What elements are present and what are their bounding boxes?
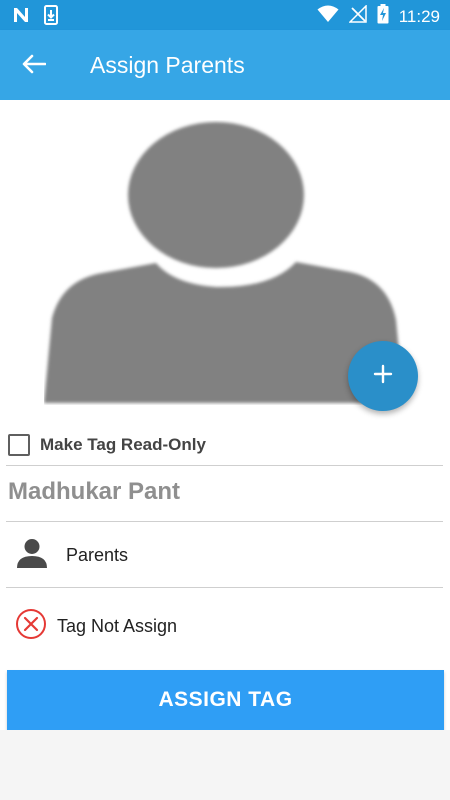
- battery-charging-icon: [377, 4, 389, 29]
- divider: [6, 587, 443, 588]
- divider: [6, 465, 443, 466]
- bottom-area: [0, 730, 450, 800]
- download-icon: [44, 5, 58, 30]
- content-area: Make Tag Read-Only Parents Tag Not Assig…: [0, 100, 450, 730]
- person-icon: [16, 538, 48, 573]
- wifi-icon: [317, 5, 339, 28]
- page-title: Assign Parents: [90, 52, 245, 78]
- tag-status-row: Tag Not Assign: [15, 608, 178, 645]
- back-button[interactable]: [18, 50, 50, 82]
- status-time: 11:29: [398, 6, 440, 26]
- error-circle-icon: [15, 608, 47, 645]
- divider: [6, 521, 443, 522]
- parents-label: Parents: [66, 544, 129, 565]
- add-photo-button[interactable]: [348, 341, 418, 411]
- read-only-toggle[interactable]: Make Tag Read-Only: [8, 432, 206, 458]
- read-only-label: Make Tag Read-Only: [40, 435, 206, 454]
- assign-tag-button[interactable]: ASSIGN TAG: [7, 670, 444, 730]
- back-arrow-icon: [22, 54, 47, 79]
- tag-status-label: Tag Not Assign: [57, 615, 178, 636]
- no-signal-icon: [347, 4, 367, 28]
- name-field[interactable]: [8, 472, 438, 512]
- plus-icon: [373, 364, 393, 389]
- status-left-icons: [12, 5, 58, 30]
- parents-row[interactable]: Parents: [16, 538, 128, 572]
- status-bar: 11:29: [0, 0, 450, 30]
- person-silhouette-icon: [44, 122, 404, 409]
- app-bar: Assign Parents: [0, 30, 450, 100]
- n-notification-icon: [12, 6, 30, 29]
- screen: 11:29 Assign Parents Make Tag Read-Only …: [0, 0, 450, 800]
- status-right-icons: 11:29: [317, 4, 440, 29]
- read-only-checkbox[interactable]: [8, 434, 30, 456]
